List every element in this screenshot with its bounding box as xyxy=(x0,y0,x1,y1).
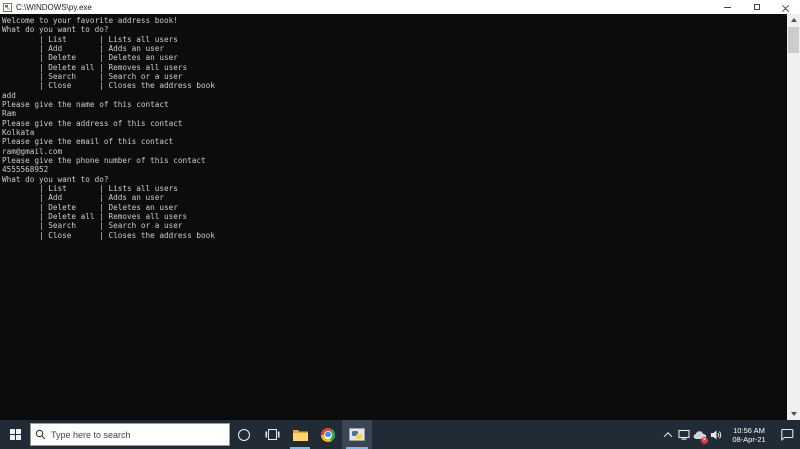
window-controls xyxy=(713,0,800,14)
taskbar-clock[interactable]: 10:56 AM 08-Apr-21 xyxy=(724,420,774,449)
console-line: | Delete | Deletes an user xyxy=(2,53,178,63)
task-view-button[interactable] xyxy=(258,420,286,449)
console-line: | Search | Search or a user xyxy=(2,71,183,81)
scrollbar-thumb[interactable] xyxy=(788,27,799,53)
console-line: | Search | Search or a user xyxy=(2,221,183,231)
onedrive-error-badge: × xyxy=(701,437,708,444)
windows-logo-icon xyxy=(9,429,21,440)
python-console-button-active[interactable] xyxy=(342,420,372,449)
start-button[interactable] xyxy=(0,420,30,449)
chrome-button[interactable] xyxy=(314,420,342,449)
console-line: ram@gmail.com xyxy=(2,146,63,156)
clock-date: 08-Apr-21 xyxy=(732,434,766,444)
console-line: Please give the email of this contact xyxy=(2,137,174,147)
console-scrollbar[interactable] xyxy=(787,14,800,420)
file-explorer-icon xyxy=(292,429,308,441)
console-line: Please give the name of this contact xyxy=(2,99,169,109)
onedrive-tray-button[interactable]: × xyxy=(692,420,708,449)
taskbar-search[interactable] xyxy=(30,423,230,446)
console-line: Welcome to your favorite address book! xyxy=(2,16,178,25)
console-line: | Add | Adds an user xyxy=(2,43,164,53)
console-output: Welcome to your favorite address book! Wh… xyxy=(2,16,786,420)
restore-icon xyxy=(753,4,760,10)
clock-time: 10:56 AM xyxy=(733,425,765,435)
console-line: | Delete all | Removes all users xyxy=(2,211,188,221)
console-window[interactable]: Welcome to your favorite address book! Wh… xyxy=(0,14,800,420)
console-line: Please give the address of this contact xyxy=(2,118,183,128)
console-line: Please give the phone number of this con… xyxy=(2,155,206,165)
chrome-icon xyxy=(321,427,335,442)
action-center-icon xyxy=(781,428,794,441)
scroll-down-button[interactable] xyxy=(787,408,800,420)
app-icon xyxy=(3,2,12,12)
console-line: | Close | Closes the address book xyxy=(2,230,215,240)
console-line: | Add | Adds an user xyxy=(2,193,164,203)
cortana-icon xyxy=(238,428,250,441)
console-line: What do you want to do? xyxy=(2,25,109,35)
scroll-up-button[interactable] xyxy=(787,14,800,26)
console-line: | Close | Closes the address book xyxy=(2,81,215,91)
minimize-button[interactable] xyxy=(713,0,742,14)
console-line: | List | Lists all users xyxy=(2,34,178,44)
cortana-button[interactable] xyxy=(230,420,258,449)
console-line: add xyxy=(2,90,16,100)
console-line: | List | Lists all users xyxy=(2,183,178,193)
console-line: | Delete all | Removes all users xyxy=(2,62,188,72)
taskbar: × 10:56 AM 08-Apr-21 xyxy=(0,420,800,449)
volume-tray-button[interactable] xyxy=(708,420,724,449)
restore-button[interactable] xyxy=(742,0,771,14)
console-line: Ram xyxy=(2,109,16,119)
search-input[interactable] xyxy=(51,429,225,440)
window-titlebar[interactable]: C:\WINDOWS\py.exe xyxy=(0,0,800,14)
action-center-button[interactable] xyxy=(774,420,800,449)
screen: C:\WINDOWS\py.exe Welcome to your favori… xyxy=(0,0,800,449)
network-icon xyxy=(677,429,690,440)
console-line: What do you want to do? xyxy=(2,174,109,184)
console-line: | Delete | Deletes an user xyxy=(2,202,178,212)
window-title: C:\WINDOWS\py.exe xyxy=(16,2,92,12)
minimize-icon xyxy=(724,6,731,8)
console-line: Kolkata xyxy=(2,127,35,137)
console-line: 4555568952 xyxy=(2,165,49,175)
scroll-down-icon xyxy=(790,412,797,416)
volume-icon xyxy=(710,430,721,439)
task-view-icon xyxy=(265,429,279,440)
scroll-up-icon xyxy=(790,18,797,22)
search-icon xyxy=(35,429,46,440)
network-tray-button[interactable] xyxy=(676,420,692,449)
file-explorer-button[interactable] xyxy=(286,420,314,449)
chevron-up-icon xyxy=(663,431,673,441)
close-button[interactable] xyxy=(771,0,800,14)
python-console-icon xyxy=(349,428,365,441)
close-icon xyxy=(782,4,789,11)
show-hidden-icons-button[interactable] xyxy=(660,420,676,449)
taskbar-spacer xyxy=(372,420,660,449)
